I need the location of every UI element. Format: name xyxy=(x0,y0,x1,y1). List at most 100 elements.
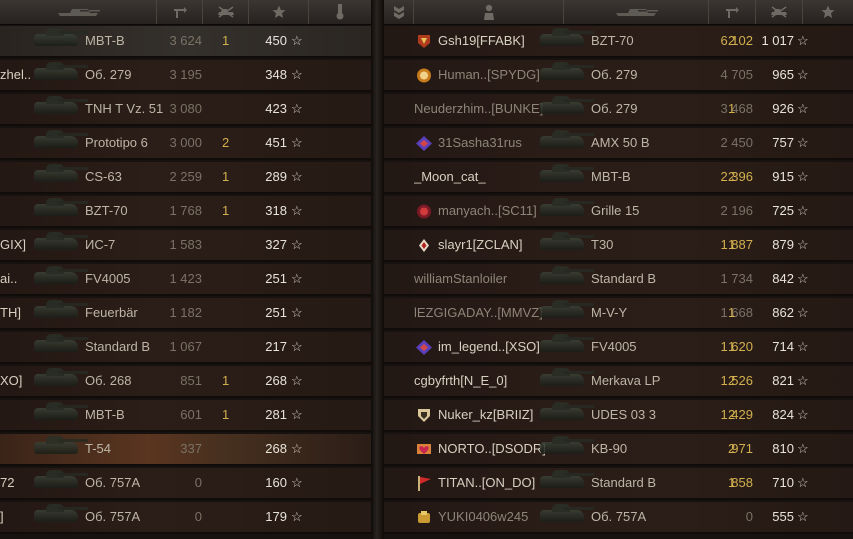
player-name[interactable]: XO] xyxy=(0,366,30,396)
player-name[interactable] xyxy=(0,196,30,226)
score-row[interactable]: Standard B1 067 217 ☆ xyxy=(0,332,371,364)
score-row[interactable]: slayr1[ZCLAN] T30 1 887 1 879 ☆ xyxy=(384,230,853,262)
points-value: 289 xyxy=(265,169,287,184)
points-value: 810 xyxy=(772,441,794,456)
player-name[interactable]: TITAN..[ON_DO] xyxy=(438,468,548,498)
score-row[interactable]: cgbyfrth[N_E_0] Merkava LP 1 526 2 821 ☆ xyxy=(384,366,853,398)
vehicle-name: M-V-Y xyxy=(591,305,628,320)
player-name[interactable]: slayr1[ZCLAN] xyxy=(438,230,548,260)
player-name[interactable] xyxy=(0,434,30,464)
kills-column-header[interactable] xyxy=(203,0,249,24)
player-name[interactable]: _Moon_cat_ xyxy=(414,162,549,192)
kills-value: 1 xyxy=(728,339,736,354)
player-name[interactable]: im_legend..[XSO] xyxy=(438,332,548,362)
player-name[interactable] xyxy=(0,162,30,192)
medal-column-header[interactable] xyxy=(309,0,371,24)
score-row[interactable]: lEZGIGADAY..[MMVZ] M-V-Y 1 668 1 862 ☆ xyxy=(384,298,853,330)
player-name[interactable]: NORTO..[DSODR] xyxy=(438,434,548,464)
score-row[interactable]: 72 Об. 757A 0 160 ☆ xyxy=(0,468,371,500)
tank-icon xyxy=(28,164,88,190)
score-row[interactable]: XO] Об. 268 851 1 268 ☆ xyxy=(0,366,371,398)
player-name[interactable]: Gsh19[FFABK] xyxy=(438,26,548,56)
right-team-panel: Gsh19[FFABK] BZT-70 6 102 2 1 017 ☆ Human..[SP… xyxy=(384,0,853,539)
tank-silhouette xyxy=(34,368,88,386)
score-row[interactable]: Neuderzhim..[BUNKE] Об. 279 3 468 1 926 ☆ xyxy=(384,94,853,126)
vehicle-column-header[interactable] xyxy=(0,0,157,24)
score-row[interactable]: BZT-70 1 768 1 318 ☆ xyxy=(0,196,371,228)
clan-flag-icon xyxy=(416,476,432,491)
player-name[interactable] xyxy=(0,94,30,124)
player-name[interactable]: manyach..[SC11] xyxy=(438,196,548,226)
points-column-header-right[interactable] xyxy=(803,0,853,24)
kills-value xyxy=(222,468,234,498)
score-row[interactable]: TNH T Vz. 51 3 080 423 ☆ xyxy=(0,94,371,126)
score-row[interactable]: ai.. FV4005 1 423 251 ☆ xyxy=(0,264,371,296)
tank-icon xyxy=(28,130,88,156)
player-name[interactable] xyxy=(0,26,30,56)
player-name[interactable]: 72 xyxy=(0,468,30,498)
score-row[interactable]: 31Sasha31rus AMX 50 B2 450 757 ☆ xyxy=(384,128,853,160)
vehicle-column-header-right[interactable] xyxy=(564,0,709,24)
score-row[interactable]: MBT-B 601 1 281 ☆ xyxy=(0,400,371,432)
player-name[interactable] xyxy=(0,400,30,430)
tank-icon xyxy=(28,232,88,258)
score-row[interactable]: williamStanloiler Standard B1 734 842 ☆ xyxy=(384,264,853,296)
player-name[interactable]: YUKI0406w245 xyxy=(438,502,548,532)
score-row[interactable]: manyach..[SC11] Grille 15 2 196 725 ☆ xyxy=(384,196,853,228)
score-row[interactable]: NORTO..[DSODR] KB-90 971 2 810 ☆ xyxy=(384,434,853,466)
score-row[interactable]: T-54 337 268 ☆ xyxy=(0,434,371,466)
player-name[interactable]: 31Sasha31rus xyxy=(438,128,548,158)
kills-value: 1 xyxy=(222,169,230,184)
score-row[interactable]: MBT-B 3 624 1 450 ☆ xyxy=(0,26,371,58)
clan-purple-icon xyxy=(416,136,432,151)
player-name[interactable]: ai.. xyxy=(0,264,30,294)
damage-column-header[interactable] xyxy=(157,0,203,24)
score-row[interactable]: Human..[SPYDG] Об. 279 4 705 965 ☆ xyxy=(384,60,853,92)
score-row[interactable]: TITAN..[ON_DO] Standard B 858 1 710 ☆ xyxy=(384,468,853,500)
star-icon: ☆ xyxy=(797,373,809,388)
player-name[interactable]: ] xyxy=(0,502,30,532)
player-name[interactable]: lEZGIGADAY..[MMVZ] xyxy=(414,298,549,328)
score-row[interactable]: YUKI0406w245 Об. 757A 0 555 ☆ xyxy=(384,502,853,534)
points-column-header[interactable] xyxy=(249,0,309,24)
player-name[interactable]: Neuderzhim..[BUNKE] xyxy=(414,94,549,124)
score-row[interactable]: im_legend..[XSO] FV4005 1 620 1 714 ☆ xyxy=(384,332,853,364)
score-row[interactable]: zhel.. Об. 279 3 195 348 ☆ xyxy=(0,60,371,92)
player-name[interactable]: GIX] xyxy=(0,230,30,260)
damage-column-header-right[interactable] xyxy=(709,0,756,24)
star-icon: ☆ xyxy=(797,101,809,116)
kills-value: 1 xyxy=(222,407,230,422)
score-row[interactable]: Gsh19[FFABK] BZT-70 6 102 2 1 017 ☆ xyxy=(384,26,853,58)
kills-value: 1 xyxy=(728,305,736,320)
score-row[interactable]: _Moon_cat_ MBT-B 2 396 2 915 ☆ xyxy=(384,162,853,194)
player-name[interactable]: Human..[SPYDG] xyxy=(438,60,548,90)
player-column-header[interactable] xyxy=(414,0,564,24)
rank-column-header[interactable] xyxy=(384,0,414,24)
star-icon: ☆ xyxy=(291,33,303,48)
tank-silhouette xyxy=(34,198,88,216)
score-row[interactable]: CS-63 2 259 1 289 ☆ xyxy=(0,162,371,194)
tank-icon xyxy=(28,198,88,224)
player-name[interactable]: williamStanloiler xyxy=(414,264,549,294)
player-name[interactable] xyxy=(0,128,30,158)
damage-value: 0 xyxy=(194,509,202,524)
kills-value: 1 xyxy=(728,475,736,490)
tank-silhouette xyxy=(540,300,594,318)
tank-icon xyxy=(28,28,88,54)
star-icon: ☆ xyxy=(291,101,303,116)
player-name[interactable]: Nuker_kz[BRIIZ] xyxy=(438,400,548,430)
kills-column-header-right[interactable] xyxy=(756,0,803,24)
tank-silhouette xyxy=(34,300,88,318)
score-row[interactable]: Prototipo 63 000 2 451 ☆ xyxy=(0,128,371,160)
star-icon: ☆ xyxy=(291,237,303,252)
player-name[interactable]: TH] xyxy=(0,298,30,328)
player-name[interactable] xyxy=(0,332,30,362)
kills-value: 1 xyxy=(222,203,230,218)
player-name[interactable]: cgbyfrth[N_E_0] xyxy=(414,366,549,396)
score-row[interactable]: Nuker_kz[BRIIZ] UDES 03 31 429 2 824 ☆ xyxy=(384,400,853,432)
score-row[interactable]: TH] Feuerbär 1 182 251 ☆ xyxy=(0,298,371,330)
kills-value: 1 xyxy=(728,101,736,116)
player-name[interactable]: zhel.. xyxy=(0,60,30,90)
score-row[interactable]: ] Об. 757A 0 179 ☆ xyxy=(0,502,371,534)
score-row[interactable]: GIX] ИС-7 1 583 327 ☆ xyxy=(0,230,371,262)
